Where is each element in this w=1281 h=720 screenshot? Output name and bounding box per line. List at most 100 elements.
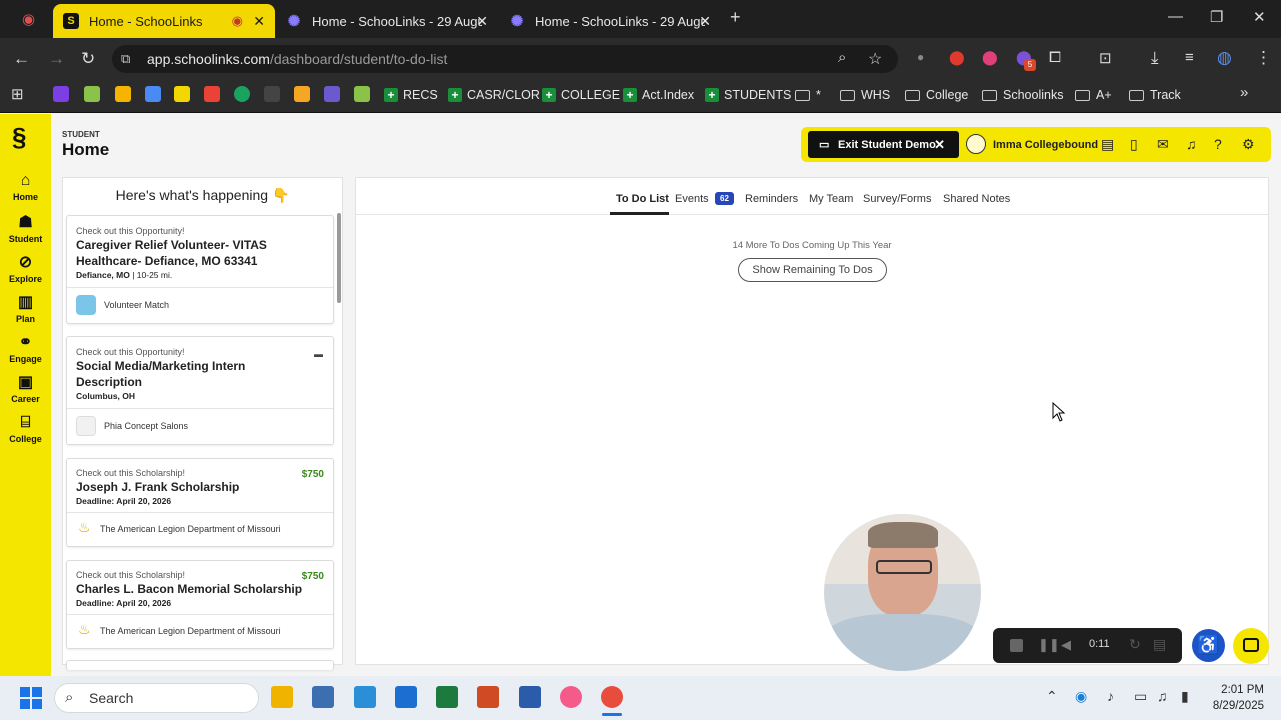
feed-card[interactable]: Check out this Scholarship! $750 Joseph … xyxy=(66,458,334,547)
card-title[interactable]: Caregiver Relief Volunteer- VITAS Health… xyxy=(76,237,286,269)
bookmark-star-icon[interactable]: ☆ xyxy=(868,49,882,69)
card-title[interactable]: Joseph J. Frank Scholarship xyxy=(76,479,316,495)
itunes-icon[interactable] xyxy=(560,686,582,708)
schoolinks-bookmark-icon[interactable] xyxy=(174,86,190,102)
exit-demo-button[interactable]: ▭ Exit Student Demo ✕ xyxy=(808,131,959,158)
bookmark-folder-college[interactable]: College xyxy=(905,86,968,104)
tray-overflow-icon[interactable]: ⌃ xyxy=(1046,688,1058,705)
bell-icon[interactable]: ♫ xyxy=(1186,136,1197,152)
tab-events[interactable]: Events xyxy=(675,193,709,205)
bookmark-college-sheet[interactable]: + COLLEGE xyxy=(542,86,620,104)
site-info-icon[interactable]: ⧉ xyxy=(121,51,130,67)
sidebar-item-explore[interactable]: ⊘ Explore xyxy=(0,254,51,284)
document-icon[interactable]: ▯ xyxy=(1130,136,1138,153)
close-tab-icon[interactable]: ✕ xyxy=(253,13,265,30)
sidebar-item-home[interactable]: ⌂ Home xyxy=(0,172,51,202)
apps-grid-icon[interactable]: ⊞ xyxy=(11,85,24,103)
browser-menu-icon[interactable]: ⋮ xyxy=(1255,48,1272,68)
file-explorer-icon[interactable] xyxy=(271,686,293,708)
bookmark-casr[interactable]: + CASR/CLOR xyxy=(448,86,540,104)
back-icon[interactable]: ← xyxy=(13,49,30,69)
feed-card[interactable]: Check out this Scholarship! $750 Charles… xyxy=(66,560,334,649)
chat-button[interactable] xyxy=(1233,628,1269,664)
extensions-puzzle-icon[interactable]: ⧠ xyxy=(1049,49,1061,66)
tab-my-team[interactable]: My Team xyxy=(809,193,853,205)
taskbar-clock[interactable]: 2:01 PM 8/29/2025 xyxy=(1208,682,1264,714)
bookmark-folder-aplus[interactable]: A+ xyxy=(1075,86,1112,104)
new-tab-icon[interactable]: + xyxy=(730,7,741,28)
tab-reminders[interactable]: Reminders xyxy=(745,193,798,205)
sidebar-item-engage[interactable]: ⚭ Engage xyxy=(0,334,51,364)
battery-icon[interactable]: ▮ xyxy=(1181,688,1189,705)
bookmark-act-index[interactable]: + Act.Index xyxy=(623,86,694,104)
minimize-icon[interactable]: — xyxy=(1168,8,1183,25)
download-icon[interactable]: ⤓ xyxy=(1151,48,1159,68)
sidebar-item-student[interactable]: ☗ Student xyxy=(0,214,51,244)
browser-tab[interactable]: ✺ Home - SchooLinks - 29 August ✕ xyxy=(499,4,721,38)
bookmark-recs[interactable]: + RECS xyxy=(384,86,438,104)
snipping-tool-icon[interactable] xyxy=(354,686,376,708)
restore-icon[interactable]: ❐ xyxy=(1210,8,1223,26)
bookmark-folder-track[interactable]: Track xyxy=(1129,86,1181,104)
accessibility-icon[interactable]: ♿ xyxy=(1192,629,1225,662)
media-controls-icon[interactable]: ≡ xyxy=(1185,49,1194,66)
speaker-icon[interactable]: ♫ xyxy=(1157,688,1168,704)
word-icon[interactable] xyxy=(519,686,541,708)
show-remaining-button[interactable]: Show Remaining To Dos xyxy=(738,258,887,282)
extension-icon[interactable]: ● xyxy=(917,50,924,64)
feed-scrollbar[interactable] xyxy=(337,213,341,303)
card-title[interactable]: Social Media/Marketing Intern Descriptio… xyxy=(76,358,286,390)
bookmark-icon[interactable] xyxy=(354,86,370,102)
gear-icon[interactable]: ⚙ xyxy=(1242,136,1255,153)
taskbar-search[interactable]: ⌕ Search xyxy=(54,683,259,713)
excel-icon[interactable] xyxy=(436,686,458,708)
stop-icon[interactable] xyxy=(1010,639,1023,652)
more-bookmarks-icon[interactable]: » xyxy=(1240,84,1248,101)
user-name[interactable]: Imma Collegebound xyxy=(993,139,1098,151)
reload-icon[interactable]: ↻ xyxy=(81,49,95,69)
bookmark-icon[interactable] xyxy=(234,86,250,102)
bookmark-icon[interactable] xyxy=(324,86,340,102)
browser-tab-active[interactable]: S Home - SchooLinks ◉ ✕ xyxy=(53,4,275,38)
mail-icon[interactable]: ✉ xyxy=(1157,136,1169,153)
close-tab-icon[interactable]: ✕ xyxy=(699,13,711,30)
bookmark-students[interactable]: + STUDENTS xyxy=(705,86,791,104)
bookmark-icon[interactable] xyxy=(84,86,100,102)
chrome-icon[interactable] xyxy=(601,686,623,708)
zoom-icon[interactable]: ⌕ xyxy=(838,49,846,66)
browser-tab[interactable]: ✺ Home - SchooLinks - 29 August ✕ xyxy=(276,4,498,38)
archive-icon[interactable]: ▤ xyxy=(1101,136,1114,153)
calculator-icon[interactable] xyxy=(312,686,334,708)
display-icon[interactable]: ▭ xyxy=(1134,688,1147,705)
bookmark-icon[interactable] xyxy=(294,86,310,102)
windows-start-icon[interactable] xyxy=(20,687,42,709)
bookmark-icon[interactable] xyxy=(145,86,161,102)
tab-shared-notes[interactable]: Shared Notes xyxy=(943,193,1010,205)
forward-icon[interactable]: → xyxy=(48,49,65,69)
trash-icon[interactable]: ▤ xyxy=(1153,636,1166,653)
bookmark-icon[interactable] xyxy=(53,86,69,102)
profile-avatar-icon[interactable]: ◍ xyxy=(1217,48,1232,68)
help-icon[interactable]: ? xyxy=(1214,136,1222,152)
tab-search-icon[interactable]: ⊡ xyxy=(1099,49,1112,67)
security-icon[interactable]: ◉ xyxy=(1075,688,1087,705)
powerpoint-icon[interactable] xyxy=(477,686,499,708)
bookmark-icon[interactable] xyxy=(264,86,280,102)
tab-to-do-list[interactable]: To Do List xyxy=(616,193,669,205)
card-title[interactable]: Charles L. Bacon Memorial Scholarship xyxy=(76,581,316,597)
close-tab-icon[interactable]: ✕ xyxy=(476,13,488,30)
schoolinks-logo-icon[interactable]: § xyxy=(12,122,26,153)
bookmark-folder-whs[interactable]: WHS xyxy=(840,86,890,104)
rewind-icon[interactable]: ◀ xyxy=(1061,637,1071,653)
sidebar-item-plan[interactable]: ▥ Plan xyxy=(0,294,51,324)
notepad-icon[interactable] xyxy=(395,686,417,708)
close-window-icon[interactable]: ✕ xyxy=(1253,8,1266,26)
sidebar-item-career[interactable]: ▣ Career xyxy=(0,374,51,404)
avatar[interactable] xyxy=(966,134,986,154)
bookmark-folder-schoolinks[interactable]: Schoolinks xyxy=(982,86,1063,104)
tab-survey-forms[interactable]: Survey/Forms xyxy=(863,193,931,205)
feed-card[interactable]: Check out this Opportunity! Caregiver Re… xyxy=(66,215,334,324)
screen-record-extension-icon[interactable]: ⬤ xyxy=(982,49,998,66)
feed-card[interactable]: Check out this Opportunity! ▬ Social Med… xyxy=(66,336,334,445)
acrobat-extension-icon[interactable]: ⬤ xyxy=(949,49,965,66)
